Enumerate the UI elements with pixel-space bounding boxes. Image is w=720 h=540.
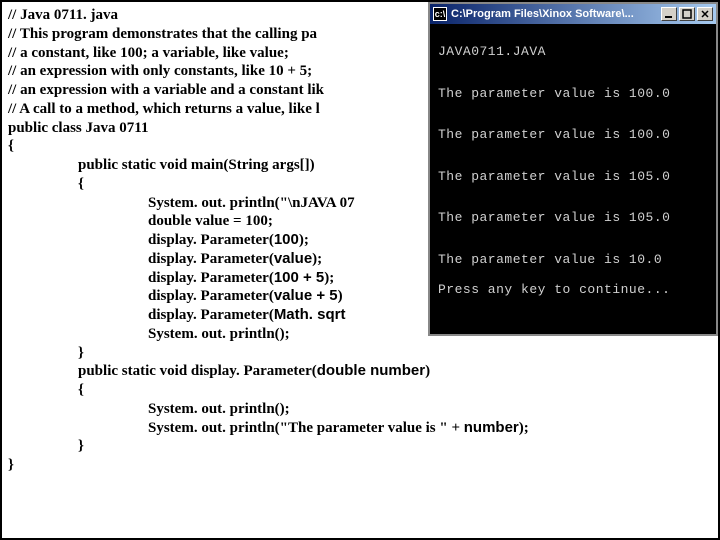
output-line: The parameter value is 105.0 (438, 210, 708, 226)
close-button[interactable] (697, 7, 713, 21)
titlebar[interactable]: c:\ C:\Program Files\Xinox Software\... (430, 4, 716, 24)
window-title: C:\Program Files\Xinox Software\... (451, 8, 661, 20)
output-line: The parameter value is 10.0 (438, 252, 708, 268)
console-window: c:\ C:\Program Files\Xinox Software\... … (428, 2, 718, 336)
arg-methodcall: Math. sqrt (274, 306, 346, 323)
output-line: The parameter value is 100.0 (438, 127, 708, 143)
code-line: System. out. println("The parameter valu… (8, 419, 712, 438)
brace: } (8, 456, 712, 475)
arg-expression: 100 + 5 (274, 269, 324, 286)
arg-literal: 100 (274, 231, 299, 248)
method-decl: public static void display. Parameter(do… (8, 362, 712, 381)
arg-variable: value (274, 250, 312, 267)
output-header: JAVA0711.JAVA (438, 44, 708, 60)
output-line: The parameter value is 100.0 (438, 86, 708, 102)
output-line: The parameter value is 105.0 (438, 169, 708, 185)
maximize-button[interactable] (679, 7, 695, 21)
press-any-key: Press any key to continue... (438, 282, 708, 298)
param-ref: number (464, 419, 519, 436)
code-line: System. out. println(); (8, 400, 712, 419)
cmd-icon: c:\ (433, 7, 447, 21)
minimize-button[interactable] (661, 7, 677, 21)
param-decl: double number (317, 362, 425, 379)
brace: } (8, 437, 712, 456)
brace: } (8, 344, 712, 363)
console-output: JAVA0711.JAVA The parameter value is 100… (430, 24, 716, 334)
brace: { (8, 381, 712, 400)
arg-expression: value + 5 (274, 287, 338, 304)
